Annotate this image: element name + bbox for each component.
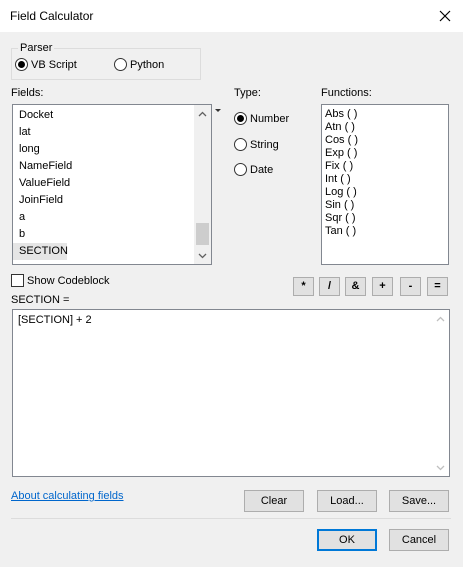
parser-vbscript-radio[interactable]: VB Script xyxy=(15,58,77,71)
operator-multiply-button[interactable]: * xyxy=(293,277,314,296)
close-icon xyxy=(439,10,451,22)
window-title: Field Calculator xyxy=(10,9,94,23)
ok-button[interactable]: OK xyxy=(317,529,377,551)
chevron-down-icon xyxy=(198,253,207,258)
parser-vbscript-label: VB Script xyxy=(31,58,77,71)
operator-equals-button[interactable]: = xyxy=(427,277,448,296)
expression-scrollbar[interactable] xyxy=(432,310,449,476)
fields-sort-menu-button[interactable] xyxy=(215,104,221,116)
type-string-radio[interactable]: String xyxy=(234,138,279,151)
fields-scrollbar[interactable] xyxy=(194,105,211,264)
clear-button[interactable]: Clear xyxy=(244,490,304,512)
field-item[interactable]: lat xyxy=(13,124,211,141)
chevron-down-icon xyxy=(436,465,445,470)
parser-group: Parser VB Script Python xyxy=(11,42,201,80)
function-item[interactable]: Fix ( ) xyxy=(322,160,448,173)
type-label: Type: xyxy=(234,87,261,99)
cancel-button[interactable]: Cancel xyxy=(389,529,449,551)
type-date-radio[interactable]: Date xyxy=(234,163,273,176)
fields-listbox[interactable]: Docket lat long NameField ValueField Joi… xyxy=(12,104,212,265)
field-item[interactable]: a xyxy=(13,209,211,226)
checkbox-unchecked-icon xyxy=(11,274,24,287)
function-item[interactable]: Atn ( ) xyxy=(322,121,448,134)
save-button[interactable]: Save... xyxy=(389,490,449,512)
show-codeblock-checkbox[interactable]: Show Codeblock xyxy=(11,274,110,287)
load-button[interactable]: Load... xyxy=(317,490,377,512)
show-codeblock-label: Show Codeblock xyxy=(27,274,110,287)
radio-unselected-icon xyxy=(234,163,247,176)
function-item[interactable]: Sqr ( ) xyxy=(322,212,448,225)
radio-unselected-icon xyxy=(234,138,247,151)
expression-text: [SECTION] + 2 xyxy=(18,314,92,326)
functions-listbox[interactable]: Abs ( ) Atn ( ) Cos ( ) Exp ( ) Fix ( ) … xyxy=(321,104,449,265)
function-item[interactable]: Log ( ) xyxy=(322,186,448,199)
fields-label: Fields: xyxy=(11,87,44,99)
expression-textarea[interactable]: [SECTION] + 2 xyxy=(12,309,450,477)
field-item[interactable]: JoinField xyxy=(13,192,211,209)
type-number-radio[interactable]: Number xyxy=(234,112,289,125)
function-item[interactable]: Sin ( ) xyxy=(322,199,448,212)
functions-label: Functions: xyxy=(321,87,372,99)
close-button[interactable] xyxy=(433,4,457,28)
operator-minus-button[interactable]: - xyxy=(400,277,421,296)
scroll-down-button[interactable] xyxy=(432,459,449,476)
chevron-up-icon xyxy=(198,111,207,116)
function-item[interactable]: Abs ( ) xyxy=(322,108,448,121)
parser-python-radio[interactable]: Python xyxy=(114,58,164,71)
parser-python-label: Python xyxy=(130,58,165,71)
expression-label: SECTION = xyxy=(11,294,70,306)
scroll-up-button[interactable] xyxy=(194,105,211,122)
field-item[interactable]: long xyxy=(13,141,211,158)
operator-ampersand-button[interactable]: & xyxy=(345,277,366,296)
radio-selected-icon xyxy=(15,58,28,71)
type-date-label: Date xyxy=(250,163,274,176)
dropdown-arrow-icon xyxy=(215,109,221,112)
title-bar: Field Calculator xyxy=(0,0,463,32)
radio-selected-icon xyxy=(234,112,247,125)
chevron-up-icon xyxy=(436,316,445,321)
operator-plus-button[interactable]: + xyxy=(372,277,393,296)
function-item[interactable]: Int ( ) xyxy=(322,173,448,186)
function-item[interactable]: Cos ( ) xyxy=(322,134,448,147)
field-item[interactable]: Docket xyxy=(13,107,211,124)
type-string-label: String xyxy=(250,138,279,151)
field-item-selected[interactable]: SECTION xyxy=(13,243,68,260)
field-item[interactable]: NameField xyxy=(13,158,211,175)
function-item[interactable]: Exp ( ) xyxy=(322,147,448,160)
field-item[interactable]: ValueField xyxy=(13,175,211,192)
parser-label: Parser xyxy=(18,42,55,54)
scroll-up-button[interactable] xyxy=(432,310,449,327)
about-calculating-fields-link[interactable]: About calculating fields xyxy=(11,490,124,502)
scroll-thumb[interactable] xyxy=(196,223,209,245)
field-item[interactable]: b xyxy=(13,226,211,243)
type-number-label: Number xyxy=(250,112,290,125)
separator xyxy=(11,518,451,519)
operator-divide-button[interactable]: / xyxy=(319,277,340,296)
radio-unselected-icon xyxy=(114,58,127,71)
function-item[interactable]: Tan ( ) xyxy=(322,225,448,238)
scroll-down-button[interactable] xyxy=(194,247,211,264)
